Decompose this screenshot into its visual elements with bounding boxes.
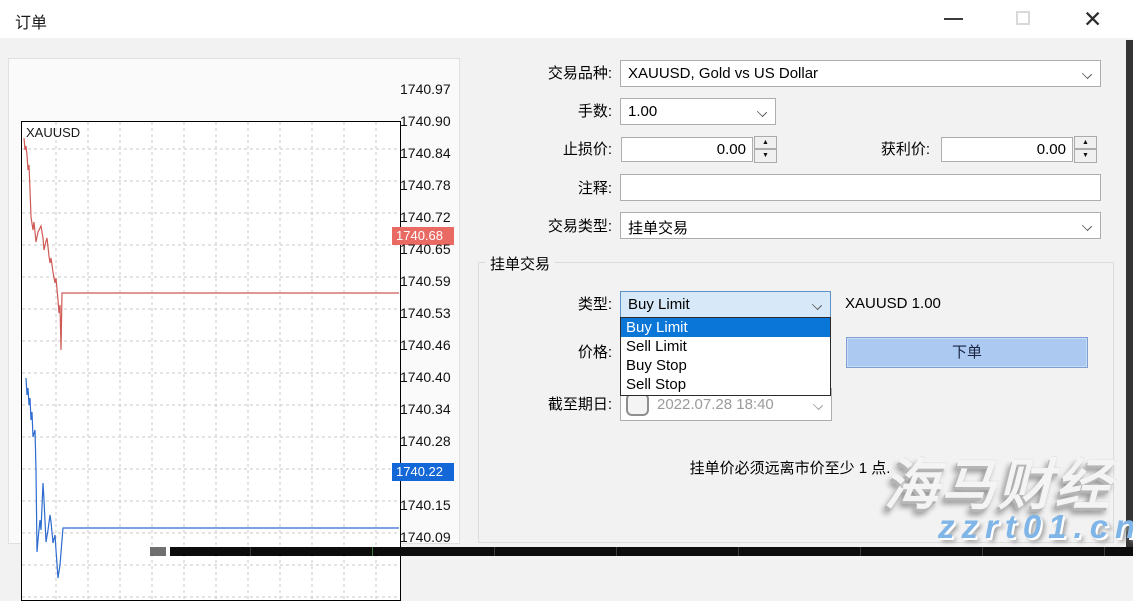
trade-type-combobox-value: 挂单交易 (628, 217, 688, 238)
bid-price-badge: 1740.22 (392, 463, 454, 481)
title-bar: 订单 ✕ (0, 0, 1133, 38)
take-profit-spinedit[interactable]: 0.00 ▲ ▼ (940, 136, 1097, 163)
background-taskbar-fragment (150, 547, 166, 556)
dropdown-option-buy-stop[interactable]: Buy Stop (621, 356, 830, 375)
volume-label: 手数: (472, 103, 612, 121)
price-tick: 1740.84 (400, 144, 451, 162)
dropdown-option-sell-limit[interactable]: Sell Limit (621, 337, 830, 356)
price-tick: 1740.46 (400, 336, 451, 354)
maximize-icon (1016, 11, 1030, 25)
take-profit-value[interactable]: 0.00 (941, 137, 1073, 162)
order-type-dropdown[interactable]: Buy LimitSell LimitBuy StopSell Stop (620, 317, 831, 396)
chevron-down-icon[interactable] (1082, 69, 1092, 79)
symbol-label: 交易品种: (472, 65, 612, 83)
chart-symbol-label: XAUUSD (26, 125, 80, 140)
expiry-label: 截至期日: (472, 396, 612, 414)
spin-down-icon[interactable]: ▼ (1074, 149, 1097, 163)
chevron-down-icon[interactable] (757, 107, 767, 117)
price-tick: 1740.59 (400, 272, 451, 290)
dropdown-option-sell-stop[interactable]: Sell Stop (621, 375, 830, 394)
taskbar-tick (738, 547, 739, 556)
price-scale: 1740.68 1740.22 1740.971740.901740.84174… (392, 58, 462, 544)
pending-order-group-title: 挂单交易 (485, 253, 555, 274)
price-tick: 1740.15 (400, 496, 451, 514)
symbol-combobox[interactable]: XAUUSD, Gold vs US Dollar (620, 60, 1101, 87)
order-type-label: 类型: (472, 296, 612, 314)
price-tick: 1740.34 (400, 400, 451, 418)
ask-line (24, 138, 399, 350)
chevron-down-icon[interactable] (813, 400, 823, 410)
comment-input[interactable] (620, 174, 1101, 201)
price-label: 价格: (472, 344, 612, 362)
price-tick: 1740.78 (400, 176, 451, 194)
comment-label: 注释: (472, 180, 612, 198)
price-tick: 1740.28 (400, 432, 451, 450)
take-profit-label: 获利价: (790, 141, 930, 159)
price-tick: 1740.90 (400, 112, 451, 130)
price-tick: 1740.09 (400, 528, 451, 546)
chevron-down-icon[interactable] (812, 300, 822, 310)
order-summary-text: XAUUSD 1.00 (845, 295, 941, 312)
price-tick: 1740.72 (400, 208, 451, 226)
taskbar-tick (860, 547, 861, 556)
price-tick: 1740.65 (400, 240, 451, 258)
place-order-button[interactable]: 下单 (846, 337, 1088, 368)
expiry-value: 2022.07.28 18:40 (657, 396, 774, 413)
spin-up-icon[interactable]: ▲ (1074, 136, 1097, 149)
trade-type-combobox[interactable]: 挂单交易 (620, 212, 1101, 239)
background-bottom-bar (170, 547, 1133, 556)
symbol-combobox-value: XAUUSD, Gold vs US Dollar (628, 65, 818, 82)
order-type-combobox[interactable]: Buy Limit (620, 291, 831, 318)
dropdown-option-buy-limit[interactable]: Buy Limit (621, 318, 830, 337)
taskbar-tick (494, 547, 495, 556)
tick-chart-svg (22, 122, 400, 600)
stop-loss-label: 止损价: (472, 141, 612, 159)
spin-up-icon[interactable]: ▲ (754, 136, 777, 149)
stop-loss-spinedit[interactable]: 0.00 ▲ ▼ (620, 136, 777, 163)
taskbar-tick (250, 547, 251, 556)
trade-type-label: 交易类型: (472, 218, 612, 236)
volume-combobox-value: 1.00 (628, 103, 657, 120)
tick-chart-plot: XAUUSD (21, 121, 401, 601)
price-tick: 1740.53 (400, 304, 451, 322)
window-title: 订单 (15, 9, 47, 33)
taskbar-tick (982, 547, 983, 556)
price-tick: 1740.97 (400, 80, 451, 98)
watermark-url: zzrt01.cn (938, 508, 1133, 546)
stop-loss-value[interactable]: 0.00 (621, 137, 753, 162)
order-type-combobox-value: Buy Limit (628, 296, 690, 313)
background-right-edge (1126, 40, 1133, 556)
volume-combobox[interactable]: 1.00 (620, 98, 776, 125)
taskbar-tick (616, 547, 617, 556)
taskbar-tick (1104, 547, 1105, 556)
expiry-checkbox[interactable] (626, 393, 649, 416)
price-tick: 1740.40 (400, 368, 451, 386)
minimize-icon[interactable] (944, 18, 963, 20)
close-icon[interactable]: ✕ (1083, 4, 1102, 34)
spin-down-icon[interactable]: ▼ (754, 149, 777, 163)
taskbar-tick (372, 547, 373, 556)
chevron-down-icon[interactable] (1082, 221, 1092, 231)
